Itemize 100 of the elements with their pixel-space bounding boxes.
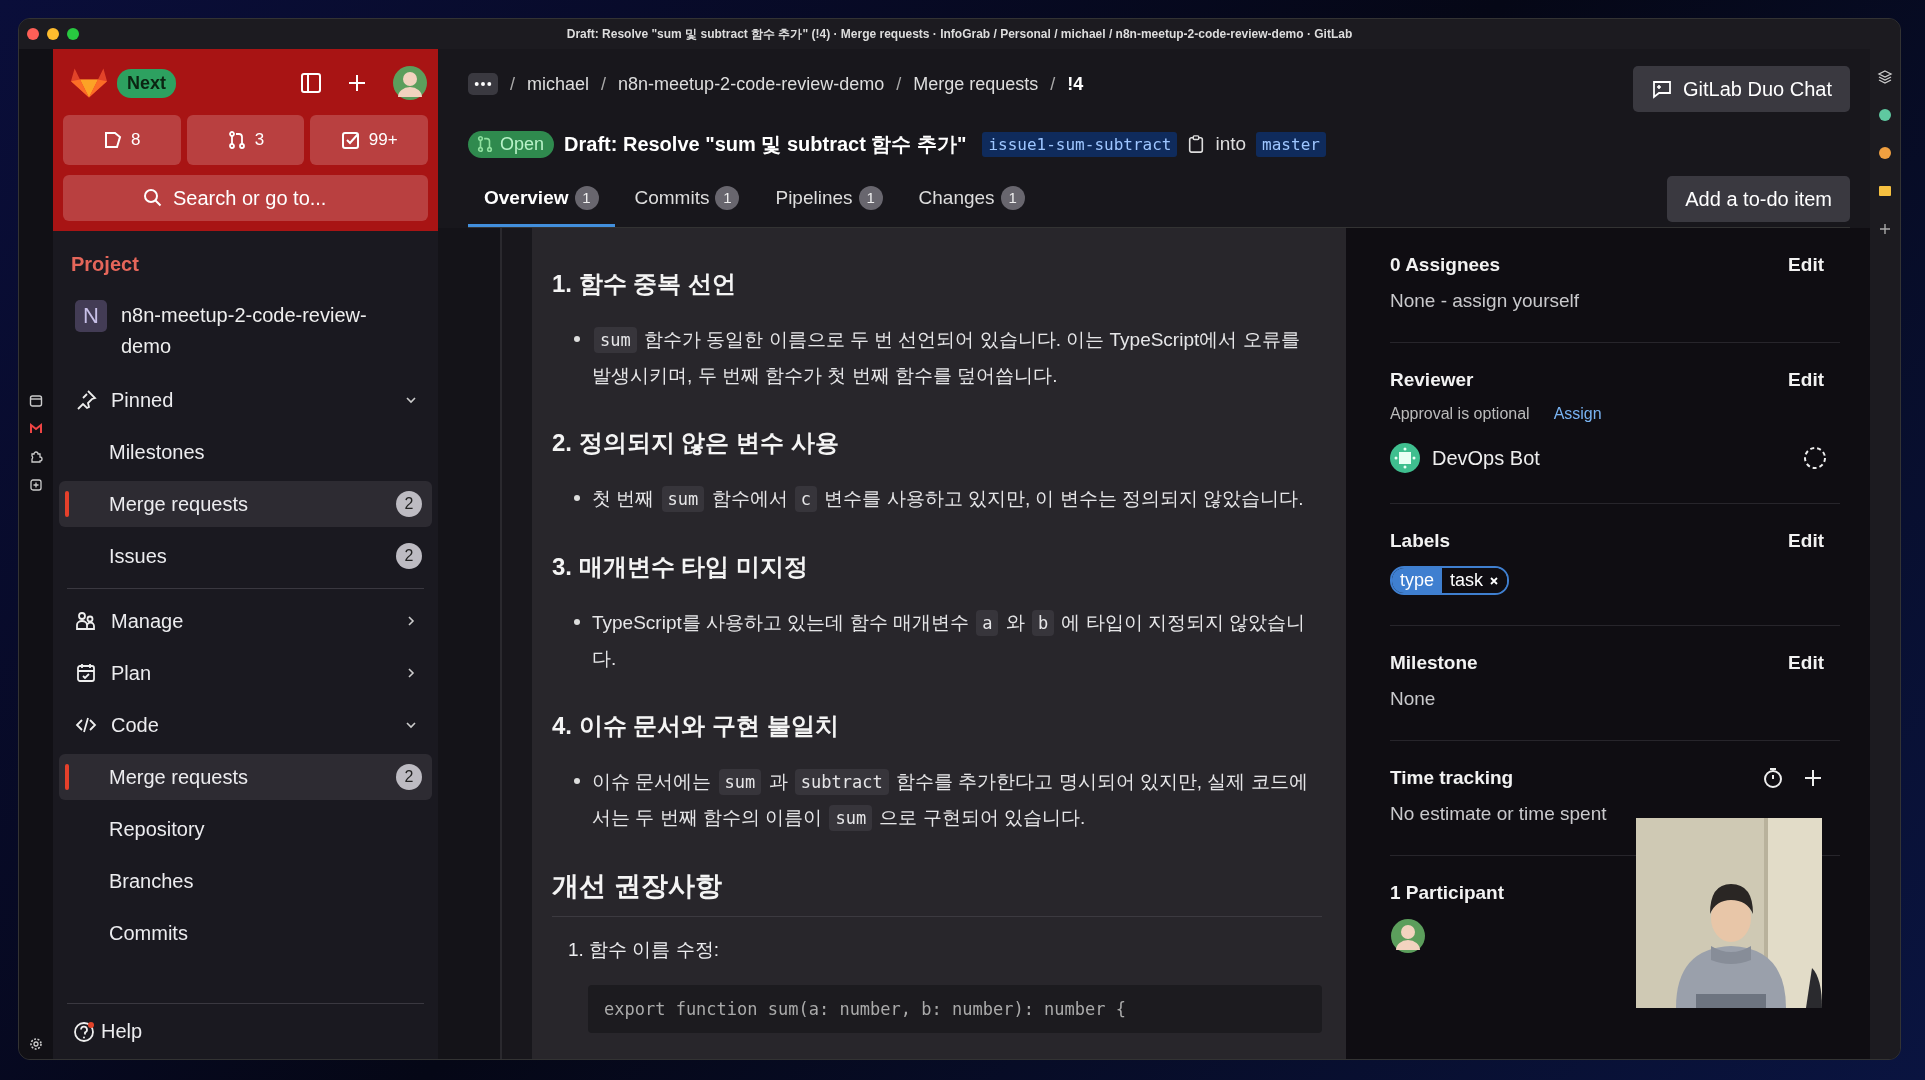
nav-group[interactable]: Code — [59, 699, 432, 751]
more-button[interactable] — [468, 73, 498, 95]
list-item-text: sum 함수가 동일한 이름으로 두 번 선언되어 있습니다. 이는 TypeScript에서 오류를 발생시키며, 두 번째 함수가 첫 번째 함수를 덮어씁니다. — [592, 326, 1301, 388]
milestone-value: None — [1390, 688, 1437, 710]
checkbox-icon — [340, 130, 361, 150]
project-link[interactable]: n8n-meetup-2-code-review-demo — [121, 300, 391, 362]
list-item-text: 첫 번째 sum 함수에서 c 변수를 사용하고 있지만, 이 변수는 정의되지 않았습니다. — [592, 481, 1304, 517]
list-item-text: 1. 함수 이름 수정: — [568, 938, 720, 962]
users-icon — [75, 610, 97, 632]
nav-item[interactable]: Branches — [59, 858, 432, 904]
status-badge: Open — [468, 130, 555, 158]
search-icon — [143, 188, 163, 208]
time-tracking-heading: Time tracking — [1390, 767, 1514, 789]
section-heading: 4. 이슈 문서와 구현 불일치 — [552, 711, 840, 741]
assign-link[interactable]: Assign — [1553, 405, 1602, 423]
nav-item[interactable]: Milestones — [59, 429, 432, 475]
help-icon — [73, 1020, 95, 1043]
reviewer-name[interactable]: DevOps Bot — [1432, 446, 1540, 470]
milestone-heading: Milestone — [1390, 652, 1478, 674]
edit-link[interactable]: Edit — [1788, 652, 1824, 674]
nav-group[interactable]: Plan — [59, 647, 432, 699]
mail-icon[interactable] — [29, 422, 43, 436]
close-window-button[interactable] — [27, 28, 39, 40]
nav-item[interactable]: Repository — [59, 806, 432, 852]
settings-icon[interactable] — [29, 1037, 43, 1051]
participants-heading: 1 Participant — [1390, 882, 1506, 904]
bullet-icon — [574, 619, 580, 625]
tab[interactable]: Commits 1 — [618, 171, 756, 227]
nav-item[interactable]: Merge requests 2 — [59, 481, 432, 527]
assignees-heading: 0 Assignees — [1390, 254, 1501, 276]
merge-request-icon — [226, 130, 247, 150]
labels-heading: Labels — [1390, 530, 1451, 552]
calendar-icon — [75, 662, 97, 684]
section-heading: 개선 권장사항 — [552, 868, 1322, 917]
bullet-icon — [574, 336, 580, 342]
plus-icon[interactable] — [346, 72, 368, 94]
bot-avatar-icon — [1390, 443, 1420, 473]
edit-link[interactable]: Edit — [1788, 369, 1824, 391]
breadcrumb-separator: / — [510, 73, 515, 95]
tab[interactable]: Changes 1 — [902, 171, 1041, 227]
stopwatch-icon[interactable] — [1762, 767, 1784, 789]
layers-icon[interactable] — [1877, 69, 1893, 85]
project-avatar[interactable]: N — [75, 300, 107, 332]
plus-icon[interactable] — [1802, 767, 1824, 789]
add-todo-button[interactable]: Add a to-do item — [1667, 176, 1850, 222]
ellipsis-icon — [474, 81, 492, 87]
time-tracking-value: No estimate or time spent — [1390, 803, 1608, 825]
issues-counter-button[interactable]: 8 — [63, 115, 181, 165]
pin-icon — [75, 389, 97, 411]
list-item-text: TypeScript를 사용하고 있는데 함수 매개변수 a 와 b 에 타입이 지정되지 않았습니다. — [592, 609, 1307, 671]
help-button[interactable]: Help — [59, 1010, 432, 1053]
list-item-text: 이슈 문서에는 sum 과 subtract 함수를 추가한다고 명시되어 있지만, 실제 코드에서는 두 번째 함수의 이름이 sum 으로 구현되어 있습니다. — [592, 764, 1322, 836]
window-icon[interactable] — [29, 394, 43, 408]
breadcrumb-separator: / — [1050, 73, 1056, 95]
duo-chat-button[interactable]: GitLab Duo Chat — [1633, 66, 1850, 112]
pending-status-icon — [1802, 445, 1828, 471]
target-branch-tag[interactable]: master — [1256, 131, 1326, 157]
user-avatar[interactable] — [392, 65, 428, 101]
breadcrumb-link[interactable]: Merge requests — [913, 73, 1039, 95]
add-icon[interactable] — [29, 478, 43, 492]
issue-icon — [103, 130, 124, 150]
bullet-icon — [574, 495, 580, 501]
todos-counter-button[interactable]: 99+ — [310, 115, 428, 165]
tab[interactable]: Pipelines 1 — [759, 171, 899, 227]
nav-item[interactable]: Commits — [59, 910, 432, 956]
merge-requests-counter-button[interactable]: 3 — [186, 115, 305, 165]
remove-icon[interactable] — [1489, 575, 1500, 586]
section-heading: 3. 매개변수 타입 미지정 — [552, 552, 810, 582]
nav-item[interactable]: Merge requests 2 — [59, 754, 432, 800]
into-text: into — [1215, 133, 1247, 155]
nav-group[interactable]: Manage — [59, 595, 432, 647]
merge-request-icon — [476, 135, 494, 153]
copy-icon[interactable] — [1187, 134, 1206, 154]
search-field[interactable]: Search or go to... — [63, 175, 428, 221]
window-title: Draft: Resolve "sum 및 subtract 함수 추가" (!4) · Merge requests · InfoGrab / Personal / michael / n8n-meetup-2-code-review-demo · GitLab — [565, 25, 1354, 43]
scoped-label[interactable]: type task — [1390, 566, 1510, 595]
breadcrumb-link[interactable]: n8n-meetup-2-code-review-demo — [618, 73, 885, 95]
code-block: export function sum(a: number, b: number): number { — [588, 985, 1322, 1033]
reviewer-heading: Reviewer — [1390, 369, 1474, 391]
section-heading: Project — [70, 253, 140, 277]
nav-group[interactable]: Pinned — [59, 374, 432, 426]
fox-logo-icon[interactable] — [71, 66, 107, 100]
sidebar-toggle-icon[interactable] — [300, 72, 322, 94]
breadcrumb-link[interactable]: !4 — [1067, 73, 1084, 95]
breadcrumb-separator: / — [601, 73, 607, 95]
breadcrumb-separator: / — [896, 73, 902, 95]
section-heading: 1. 함수 중복 선언 — [552, 269, 738, 299]
maximize-window-button[interactable] — [67, 28, 79, 40]
participant-avatar[interactable] — [1390, 918, 1426, 954]
assignees-value: None - assign yourself — [1390, 290, 1581, 312]
edit-link[interactable]: Edit — [1788, 530, 1824, 552]
puzzle-icon[interactable] — [29, 450, 43, 464]
bullet-icon — [574, 778, 580, 784]
next-badge: Next — [117, 68, 176, 98]
source-branch-tag[interactable]: issue1-sum-subtract — [982, 131, 1178, 157]
merge-request-title: Draft: Resolve "sum 및 subtract 함수 추가" — [564, 131, 967, 157]
breadcrumb-link[interactable]: michael — [527, 73, 590, 95]
nav-item[interactable]: Issues 2 — [59, 533, 432, 579]
minimize-window-button[interactable] — [47, 28, 59, 40]
edit-link[interactable]: Edit — [1788, 254, 1824, 276]
